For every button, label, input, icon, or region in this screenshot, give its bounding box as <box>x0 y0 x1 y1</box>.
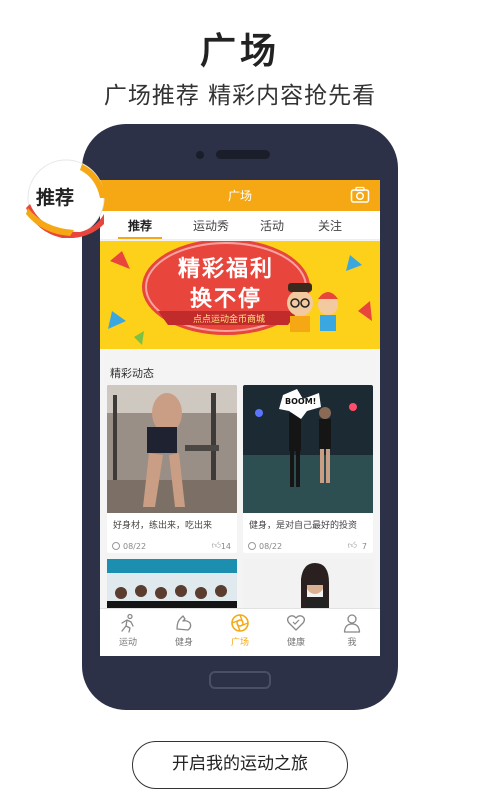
thumbs-up-icon[interactable]: 👍︎ <box>212 541 221 551</box>
phone-speaker <box>216 150 270 159</box>
phone-screen: 广场 推荐 运动秀 活动 关注 精彩福利 换不停 点点运动金币商城 精彩动态 好… <box>100 180 380 656</box>
nav-label: 广场 <box>230 638 249 648</box>
boom-sticker: BOOM! <box>285 397 317 406</box>
card-caption: 好身材，练出来，吃出来 <box>113 521 213 531</box>
card-caption: 健身，是对自己最好的投资 <box>249 521 358 531</box>
feed-card[interactable]: BOOM! 健身，是对自己最好的投资 08/22 👍︎ 7 <box>243 385 373 553</box>
nav-me[interactable]: 我 <box>324 613 380 655</box>
nav-label: 运动 <box>118 638 137 648</box>
nav-health[interactable]: 健康 <box>268 613 324 655</box>
nav-label: 健身 <box>174 638 193 648</box>
phone-frame: 广场 推荐 运动秀 活动 关注 精彩福利 换不停 点点运动金币商城 精彩动态 好… <box>82 124 398 710</box>
group-photo <box>107 559 237 611</box>
badge-label: 推荐 <box>36 187 75 209</box>
promo-subtitle: 广场推荐 精彩内容抢先看 <box>103 83 377 109</box>
front-camera <box>196 151 204 159</box>
card-likes: 7 <box>361 542 367 551</box>
tab-follow[interactable]: 关注 <box>310 217 350 234</box>
feed-card-partial[interactable] <box>243 559 373 611</box>
section-title: 精彩动态 <box>110 367 154 380</box>
clock-icon <box>248 542 256 550</box>
nav-label: 健康 <box>286 638 305 648</box>
home-button[interactable] <box>209 671 271 689</box>
nav-sport[interactable]: 运动 <box>100 613 156 655</box>
promo-title: 广场 <box>199 31 280 72</box>
feed-card-partial[interactable] <box>107 559 237 611</box>
tab-sport-show[interactable]: 运动秀 <box>186 217 236 234</box>
card-date: 08/22 <box>123 542 147 551</box>
tab-active-indicator <box>118 237 162 239</box>
nav-label: 我 <box>347 638 357 648</box>
feed-card[interactable]: 好身材，练出来，吃出来 08/22 👍︎ 14 <box>107 385 237 553</box>
bottom-nav: 运动 健身 广场 健康 我 <box>100 608 380 656</box>
tab-bar: 推荐 运动秀 活动 关注 <box>100 211 380 240</box>
banner-line2: 换不停 <box>189 287 262 312</box>
banner-line1: 精彩福利 <box>177 257 274 282</box>
portrait-photo <box>243 559 373 611</box>
camera-icon[interactable] <box>350 186 370 204</box>
clock-icon <box>112 542 120 550</box>
promo-banner[interactable]: 精彩福利 换不停 点点运动金币商城 <box>100 241 380 349</box>
tab-activity[interactable]: 活动 <box>252 217 292 234</box>
tab-recommend[interactable]: 推荐 <box>118 217 162 234</box>
start-journey-button[interactable]: 开启我的运动之旅 <box>132 741 348 789</box>
heart-icon <box>286 615 306 631</box>
thumbs-up-icon[interactable]: 👍︎ <box>348 541 357 551</box>
app-title: 广场 <box>227 189 252 203</box>
run-icon <box>121 613 134 633</box>
card-likes: 14 <box>220 542 231 551</box>
nav-square[interactable]: 广场 <box>212 613 268 655</box>
muscle-icon <box>176 615 192 631</box>
nav-fitness[interactable]: 健身 <box>156 613 212 655</box>
card-date: 08/22 <box>259 542 283 551</box>
gym-photo <box>107 385 237 513</box>
app-header: 广场 <box>100 180 380 211</box>
banner-caption: 点点运动金币商城 <box>192 315 265 325</box>
aperture-icon <box>231 614 249 632</box>
user-icon <box>343 614 361 633</box>
